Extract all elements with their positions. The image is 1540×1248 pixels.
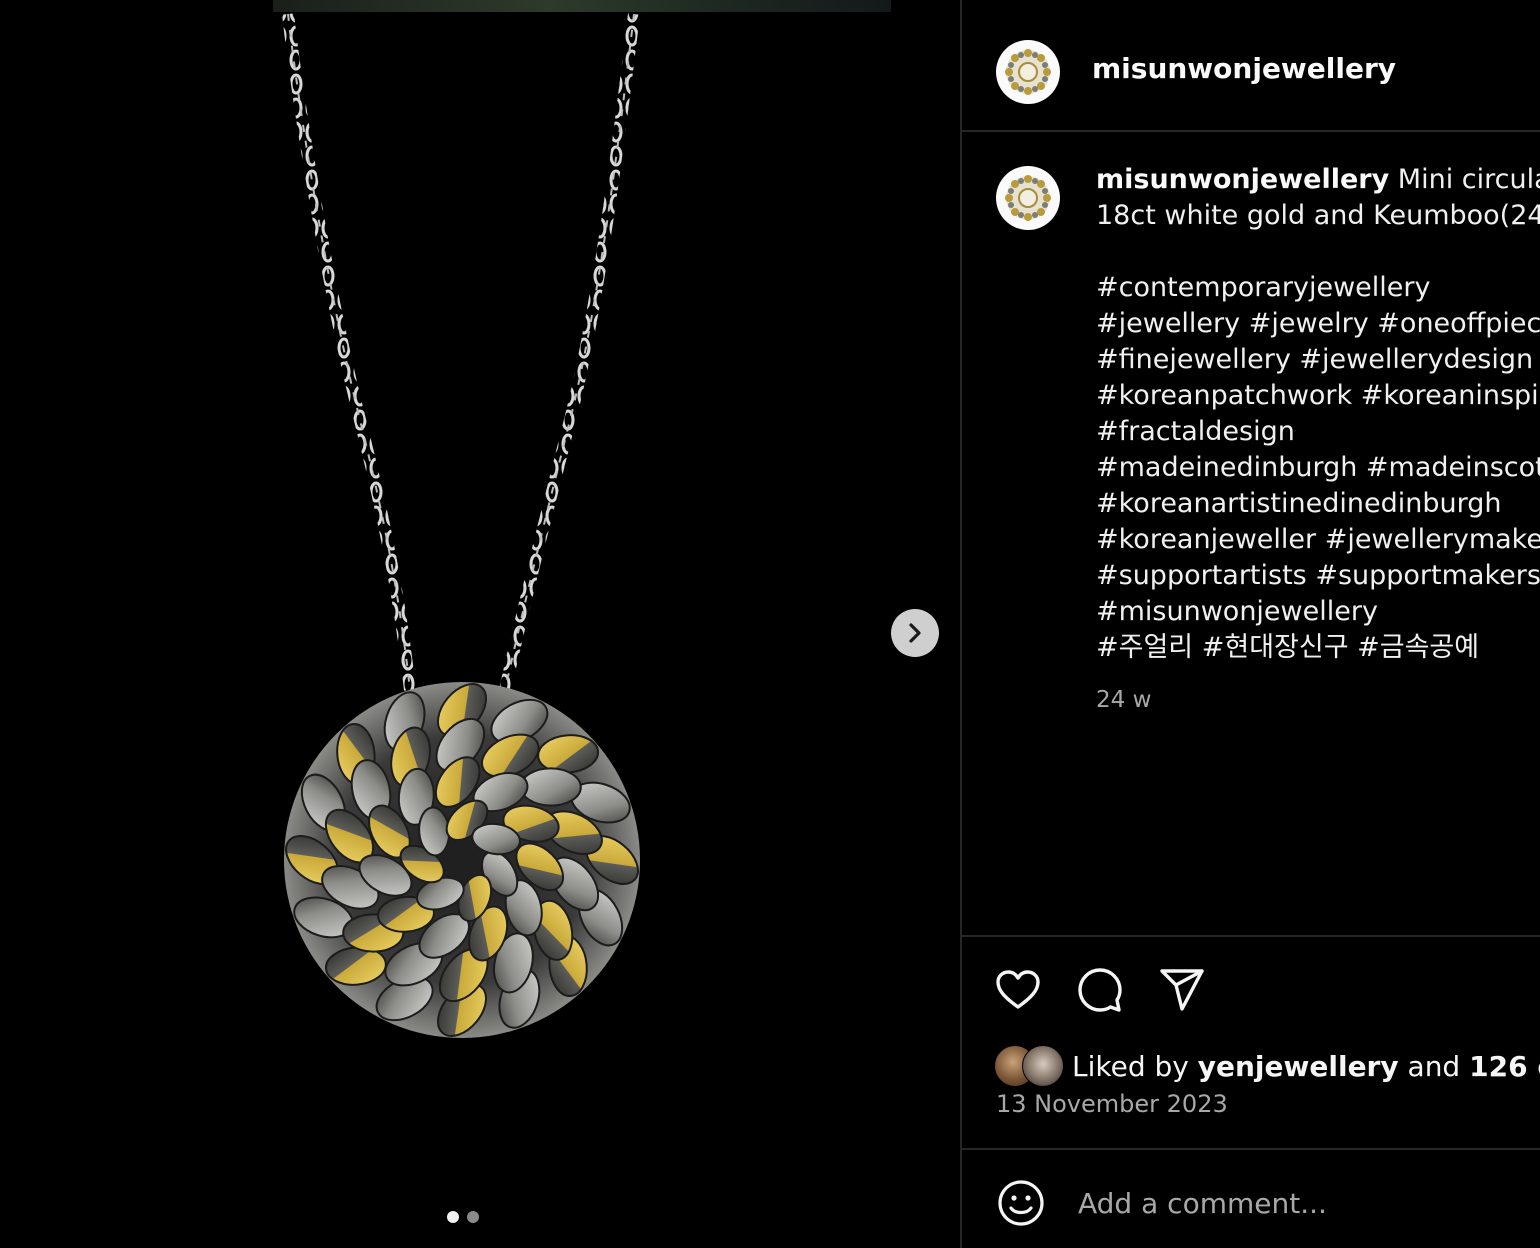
author-avatar[interactable] (996, 40, 1060, 104)
hashtag-line[interactable]: #koreanjeweller #jewellerymakers (1096, 522, 1540, 558)
liked-others-link[interactable]: 126 othe (1469, 1050, 1540, 1083)
chevron-right-icon (909, 623, 921, 643)
carousel-indicator (447, 1211, 479, 1223)
post-time-ago[interactable]: 24 w (1096, 682, 1540, 718)
post-actions (994, 966, 1206, 1014)
caption-line: 18ct white gold and Keumboo(24ct (1096, 200, 1540, 231)
actions-divider (962, 935, 1540, 937)
header-username[interactable]: misunwonjewellery (1092, 52, 1396, 85)
liker-avatars (994, 1045, 1066, 1087)
hashtag-line[interactable]: #misunwonjewellery (1096, 594, 1540, 630)
carousel-dot-2 (467, 1211, 479, 1223)
hashtag-line[interactable]: #madeinedinburgh #madeinscotlan (1096, 450, 1540, 486)
comment-icon (1078, 968, 1122, 1012)
post-date: 13 November 2023 (996, 1090, 1228, 1118)
post-details-panel: misunwonjewellery misunwonjewellery Mini… (960, 0, 1540, 1248)
carousel-dot-1 (447, 1211, 459, 1223)
hashtag-line[interactable]: #koreanartistinedinedinburgh (1096, 486, 1540, 522)
emoji-icon (998, 1180, 1044, 1226)
header-divider (962, 130, 1540, 132)
likes-summary[interactable]: Liked by yenjewellery and 126 othe (994, 1045, 1540, 1087)
author-logo-icon (1005, 175, 1051, 221)
author-logo-icon (1005, 49, 1051, 95)
liker-avatar (1022, 1045, 1064, 1087)
hashtag-line[interactable]: #jewellery #jewelry #oneoffpiece (1096, 306, 1540, 342)
hashtag-line[interactable]: #주얼리 #현대장신구 #금속공예 (1096, 630, 1540, 666)
instagram-post-view: misunwonjewellery misunwonjewellery Mini… (0, 0, 1540, 1248)
post-caption: misunwonjewellery Mini circular o 18ct w… (1096, 162, 1540, 718)
liked-and-label: and (1407, 1049, 1461, 1083)
hashtag-line[interactable]: #finejewellery #jewellerydesign (1096, 342, 1540, 378)
like-button[interactable] (994, 966, 1042, 1014)
caption-line: misunwonjewellery Mini circular o (1096, 162, 1540, 198)
necklace-photo (282, 13, 640, 1038)
liked-user-link[interactable]: yenjewellery (1198, 1050, 1399, 1083)
comment-button[interactable] (1076, 966, 1124, 1014)
heart-icon (996, 970, 1040, 1009)
share-button[interactable] (1158, 966, 1206, 1014)
emoji-button[interactable] (996, 1178, 1046, 1228)
post-media[interactable] (0, 0, 960, 1248)
hashtag-line[interactable]: #contemporaryjewellery (1096, 270, 1540, 306)
comment-box (996, 1178, 1540, 1228)
hashtag-line[interactable]: #fractaldesign (1096, 414, 1540, 450)
next-image-button[interactable] (891, 609, 939, 657)
comment-input[interactable] (1076, 1185, 1540, 1221)
hashtag-line[interactable]: #supportartists #supportmakers (1096, 558, 1540, 594)
caption-avatar[interactable] (996, 166, 1060, 230)
liked-by-label: Liked by (1072, 1049, 1189, 1083)
comment-divider (962, 1148, 1540, 1150)
caption-username[interactable]: misunwonjewellery (1096, 164, 1389, 195)
caption-text: Mini circular o (1397, 164, 1540, 195)
share-icon (1160, 969, 1204, 1011)
hashtag-line[interactable]: #koreanpatchwork #koreaninspirat (1096, 378, 1540, 414)
